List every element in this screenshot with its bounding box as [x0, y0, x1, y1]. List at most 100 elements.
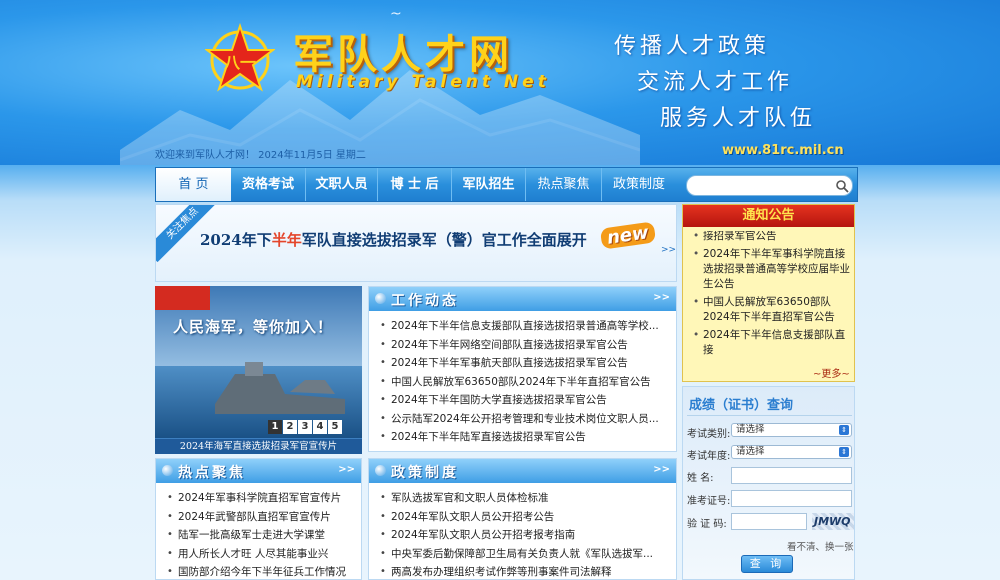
list-item[interactable]: 2024年下半年陆军直接选拔招录军官公告 [379, 428, 659, 447]
announcements-box: 通知公告 接招录军官公告 2024年下半年军事科学院直接选拔招录普通高等学校应届… [682, 204, 855, 382]
slogan-3: 服务人才队伍 [660, 106, 817, 131]
headline-banner[interactable]: 关注焦点 2024年下半年军队直接选拔招录军（警）官工作全面展开 new >> [155, 204, 677, 282]
list-item[interactable]: 陆军一批高级军士走进大学课堂 [166, 526, 346, 545]
hot-topics-panel: 热点聚焦 >> 2024年军事科学院直招军官宣传片 2024年武警部队直招军官宣… [155, 458, 362, 580]
slogan-2: 交流人才工作 [637, 70, 794, 95]
search-input[interactable] [693, 178, 828, 193]
list-item[interactable]: 2024年下半年信息支援部队直接选拔招录普通高等学校... [379, 317, 659, 336]
captcha-row: 验 证 码: JMWQ [687, 513, 855, 531]
name-row: 姓 名: [687, 467, 852, 485]
news-list: 2024年军事科学院直招军官宣传片 2024年武警部队直招军官宣传片 陆军一批高… [166, 489, 346, 580]
list-item[interactable]: 国防部介绍今年下半年征兵工作情况 [166, 563, 346, 580]
slideshow-pager: 12345 [268, 418, 343, 434]
nav-enrollment[interactable]: 军队招生 [452, 168, 526, 201]
captcha-input[interactable] [731, 513, 807, 530]
promo-video-slideshow[interactable]: 人民海军，等你加入！ 12345 2024年海军直接选拔招录军官宣传片 [155, 286, 362, 454]
nav-home[interactable]: 首 页 [156, 168, 231, 201]
name-input[interactable] [731, 467, 852, 484]
search-icon[interactable] [835, 179, 849, 193]
chevron-down-icon: ⇕ [839, 447, 849, 457]
list-item[interactable]: 2024年军队文职人员公开招考公告 [379, 508, 653, 527]
logo-subtitle: Military Talent Net [296, 72, 550, 92]
panel-more-link[interactable]: >> [338, 464, 355, 475]
captcha-refresh-link[interactable]: 看不清、换一张 [787, 539, 854, 553]
name-label: 姓 名: [687, 473, 714, 484]
headline-part-a: 2024年下 [200, 231, 272, 249]
video-caption[interactable]: 2024年海军直接选拔招录军官宣传片 [155, 439, 362, 454]
panel-title: 政策制度 [391, 465, 459, 481]
list-item[interactable]: 中央军委后勤保障部卫生局有关负责人就《军队选拔军... [379, 545, 653, 564]
panel-header: 政策制度 >> [369, 459, 676, 483]
svg-text:八一: 八一 [223, 53, 256, 72]
slide-page-4[interactable]: 4 [313, 420, 327, 434]
panel-more-link[interactable]: >> [653, 292, 670, 303]
headline-highlight: 半年 [271, 231, 302, 249]
bayi-star-logo-icon: 八一 [205, 22, 275, 92]
exam-year-select[interactable]: 请选择 ⇕ [731, 445, 852, 459]
warships-image [215, 362, 345, 414]
slide-page-2[interactable]: 2 [283, 420, 297, 434]
slide-page-5[interactable]: 5 [328, 420, 342, 434]
panel-title: 热点聚焦 [178, 465, 246, 481]
list-item[interactable]: 2024年武警部队直招军官宣传片 [166, 508, 346, 527]
panel-header: 工作动态 >> [369, 287, 676, 311]
list-item[interactable]: 公示陆军2024年公开招考管理和专业技术岗位文职人员... [379, 410, 659, 429]
work-news-panel: 工作动态 >> 2024年下半年信息支援部队直接选拔招录普通高等学校... 20… [368, 286, 677, 452]
flag-image [155, 286, 210, 310]
divider [687, 415, 852, 416]
list-item[interactable]: 军队选拔军官和文职人员体检标准 [379, 489, 653, 508]
main-nav: 首 页 资格考试 文职人员 博 士 后 军队招生 热点聚焦 政策制度 [155, 167, 858, 202]
search-box [686, 175, 853, 196]
ticket-label: 准考证号: [687, 496, 731, 507]
captcha-label: 验 证 码: [687, 519, 727, 530]
slogan-1: 传播人才政策 [614, 34, 771, 59]
nav-postdoc[interactable]: 博 士 后 [378, 168, 452, 201]
list-item[interactable]: 两高发布办理组织考试作弊等刑事案件司法解释 [379, 563, 653, 580]
ticket-number-input[interactable] [731, 490, 852, 507]
bullet-icon [162, 465, 173, 476]
query-button[interactable]: 查 询 [741, 555, 793, 573]
nav-exam[interactable]: 资格考试 [231, 168, 306, 201]
list-item[interactable]: 2024年军队文职人员公开招考报考指南 [379, 526, 653, 545]
list-item[interactable]: 2024年下半年网络空间部队直接选拔招录军官公告 [379, 336, 659, 355]
list-item[interactable]: 2024年下半年国防大学直接选拔招录军官公告 [379, 391, 659, 410]
announce-item[interactable]: 2024年下半年信息支援部队直接 [691, 328, 851, 358]
exam-year-value: 请选择 [736, 446, 765, 457]
announce-item[interactable]: 接招录军官公告 [691, 231, 851, 244]
policy-panel: 政策制度 >> 军队选拔军官和文职人员体检标准 2024年军队文职人员公开招考公… [368, 458, 677, 580]
announce-item[interactable]: 2024年下半年军事科学院直接选拔招录普通高等学校应届毕业生公告 [691, 247, 851, 292]
headline-text[interactable]: 2024年下半年军队直接选拔招录军（警）官工作全面展开 [200, 229, 587, 250]
announcements-list: 接招录军官公告 2024年下半年军事科学院直接选拔招录普通高等学校应届毕业生公告… [691, 231, 851, 361]
announce-more-label: 更多 [821, 369, 842, 380]
announce-item[interactable]: 中国人民解放军63650部队2024年下半年直招军官公告 [691, 295, 851, 325]
site-url: www.81rc.mil.cn [722, 143, 844, 158]
slide-page-1[interactable]: 1 [268, 420, 282, 434]
nav-civilian[interactable]: 文职人员 [306, 168, 378, 201]
exam-year-label: 考试年度: [687, 451, 731, 462]
video-slogan: 人民海军，等你加入！ [173, 318, 334, 336]
panel-more-link[interactable]: >> [653, 464, 670, 475]
list-item[interactable]: 2024年下半年军事航天部队直接选拔招录军官公告 [379, 354, 659, 373]
list-item[interactable]: 用人所长人才旺 人尽其能事业兴 [166, 545, 346, 564]
welcome-text: 欢迎来到军队人才网！ 2024年11月5日 星期二 [155, 150, 366, 161]
bullet-icon [375, 465, 386, 476]
list-item[interactable]: 2024年军事科学院直招军官宣传片 [166, 489, 346, 508]
news-list: 军队选拔军官和文职人员体检标准 2024年军队文职人员公开招考公告 2024年军… [379, 489, 653, 580]
list-item[interactable]: 中国人民解放军63650部队2024年下半年直招军官公告 [379, 373, 659, 392]
slide-page-3[interactable]: 3 [298, 420, 312, 434]
exam-type-label: 考试类别: [687, 429, 731, 440]
announcements-title: 通知公告 [683, 205, 854, 227]
score-query-form: 成绩（证书）查询 考试类别: 请选择 ⇕ 考试年度: 请选择 ⇕ 姓 名: 准考证号… [682, 386, 855, 580]
bullet-icon [375, 293, 386, 304]
announcements-more-link[interactable]: ~更多~ [813, 365, 850, 380]
exam-type-value: 请选择 [736, 424, 765, 435]
captcha-image[interactable]: JMWQ [812, 513, 854, 530]
banner-more-link[interactable]: >> [661, 245, 676, 255]
nav-policy[interactable]: 政策制度 [602, 168, 676, 201]
nav-hot-topics[interactable]: 热点聚焦 [526, 168, 602, 201]
chevron-down-icon: ⇕ [839, 425, 849, 435]
exam-type-select[interactable]: 请选择 ⇕ [731, 423, 852, 437]
exam-type-row: 考试类别: 请选择 ⇕ [687, 423, 852, 440]
new-badge: new [599, 221, 656, 250]
panel-header: 热点聚焦 >> [156, 459, 361, 483]
